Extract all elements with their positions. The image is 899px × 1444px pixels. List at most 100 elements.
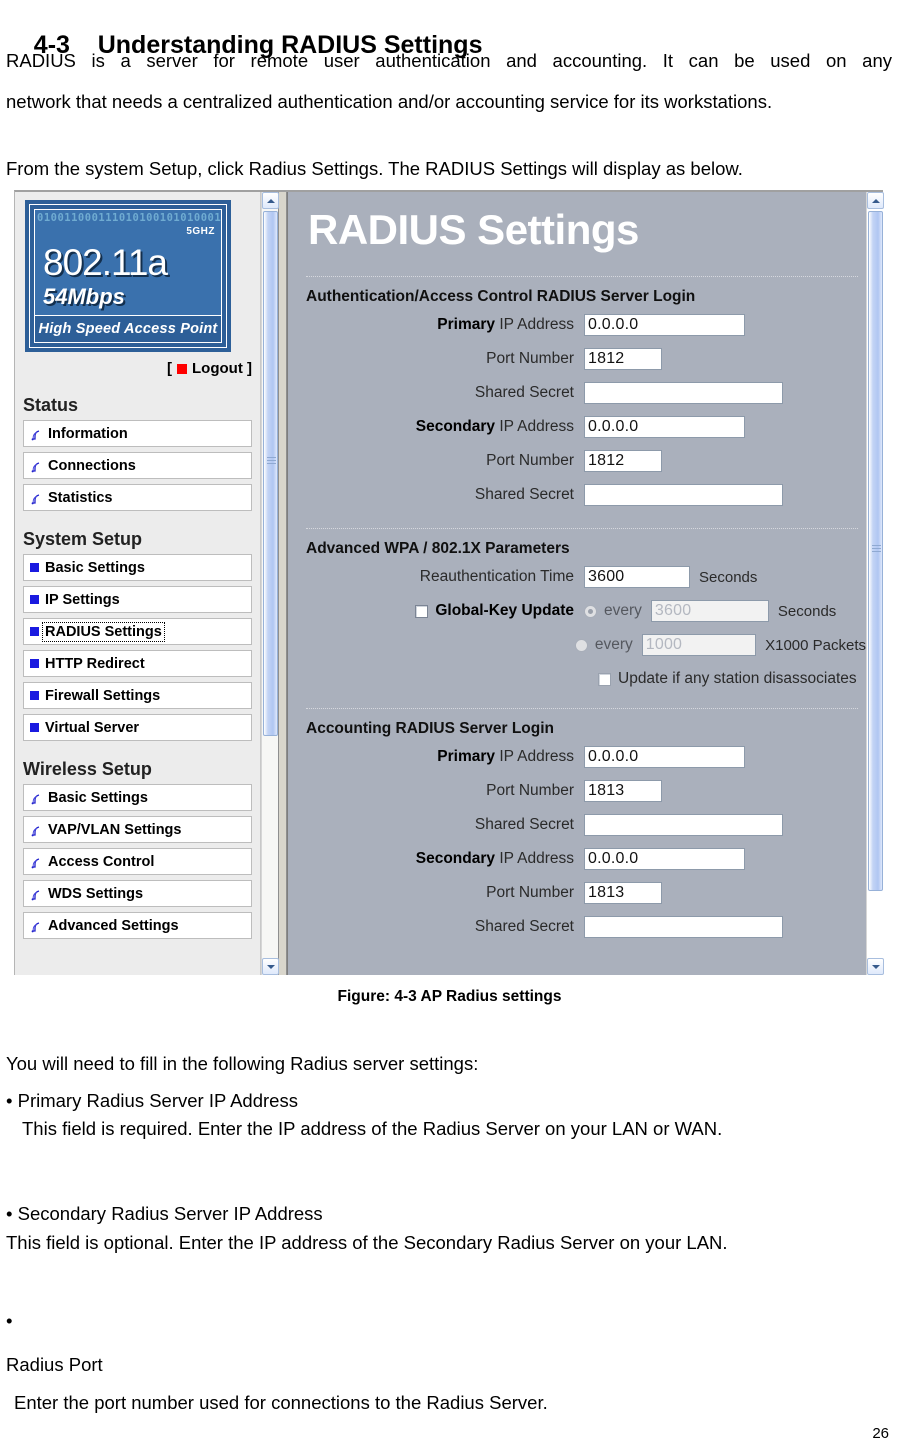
binary-pattern: 0100110001110101001010100010101000100101…	[37, 212, 222, 224]
acct-primary-secret-input[interactable]	[584, 814, 783, 836]
blue-square-icon	[30, 691, 39, 700]
every-label-packets: every	[594, 636, 633, 653]
field-label: Global-Key Update	[298, 602, 584, 620]
form-row-auth-secondary-port: Port Number 1812	[298, 444, 866, 478]
form-row-auth-secondary-secret: Shared Secret	[298, 478, 866, 512]
divider	[306, 276, 858, 277]
sidebar-item-ip-settings[interactable]: IP Settings	[23, 586, 252, 613]
sidebar-item-label: Information	[48, 425, 128, 442]
scroll-down-icon[interactable]	[262, 958, 279, 975]
form-row-disassociate: Update if any station disassociates	[298, 662, 866, 696]
row-label: IP Address	[499, 850, 574, 867]
document-page: 4-3 Understanding RADIUS Settings RADIUS…	[0, 0, 899, 1444]
form-row-global-key-update: Global-Key Update every 3600 Seconds	[298, 594, 866, 628]
sidebar-item-label: Access Control	[48, 853, 155, 870]
form-row-auth-primary-port: Port Number 1812	[298, 342, 866, 376]
wifi-icon	[30, 921, 43, 933]
interval-packets-input[interactable]: 1000	[641, 634, 757, 656]
sidebar-group-title-system-setup: System Setup	[23, 529, 143, 549]
scroll-up-icon[interactable]	[262, 192, 279, 209]
interval-seconds-unit-label: Seconds	[777, 602, 837, 620]
logout-link[interactable]: [Logout ]	[15, 360, 252, 377]
field-label: Port Number	[298, 350, 584, 368]
panel-title: RADIUS Settings	[308, 206, 639, 253]
form-row-acct-secondary-ip: Secondary IP Address 0.0.0.0	[298, 842, 866, 876]
sidebar-item-basic-settings-wireless[interactable]: Basic Settings	[23, 784, 252, 811]
bullet-secondary-ip-description: This field is optional. Enter the IP add…	[6, 1232, 728, 1253]
reauthentication-time-input[interactable]: 3600	[584, 566, 690, 588]
field-label: Primary IP Address	[298, 316, 584, 334]
sidebar-item-label: VAP/VLAN Settings	[48, 821, 182, 838]
auth-primary-secret-input[interactable]	[584, 382, 783, 404]
row-label: Port Number	[486, 884, 574, 901]
sidebar-item-firewall-settings[interactable]: Firewall Settings	[23, 682, 252, 709]
sidebar-item-advanced-settings[interactable]: Advanced Settings	[23, 912, 252, 939]
sidebar-item-information[interactable]: Information	[23, 420, 252, 447]
field-label: Shared Secret	[298, 816, 584, 834]
sidebar-item-label: Virtual Server	[45, 719, 140, 736]
form-row-acct-primary-secret: Shared Secret	[298, 808, 866, 842]
auth-secondary-secret-input[interactable]	[584, 484, 783, 506]
acct-secondary-secret-input[interactable]	[584, 916, 783, 938]
row-prefix: Secondary	[415, 850, 495, 867]
scrollbar-thumb[interactable]	[263, 211, 278, 736]
sidebar-item-vap-vlan-settings[interactable]: VAP/VLAN Settings	[23, 816, 252, 843]
sidebar-item-wds-settings[interactable]: WDS Settings	[23, 880, 252, 907]
form-row-auth-primary-secret: Shared Secret	[298, 376, 866, 410]
acct-primary-ip-input[interactable]: 0.0.0.0	[584, 746, 745, 768]
sidebar-item-connections[interactable]: Connections	[23, 452, 252, 479]
acct-secondary-port-input[interactable]: 1813	[584, 882, 662, 904]
auth-primary-port-input[interactable]: 1812	[584, 348, 662, 370]
bullet-empty: •	[6, 1310, 13, 1331]
wifi-icon	[30, 461, 43, 473]
global-key-update-checkbox[interactable]	[415, 604, 429, 618]
field-label: Port Number	[298, 884, 584, 902]
interval-seconds-radio[interactable]	[584, 604, 597, 618]
wifi-standard-label: 802.11a	[43, 242, 168, 283]
form-row-acct-primary-port: Port Number 1813	[298, 774, 866, 808]
form-row-auth-secondary-ip: Secondary IP Address 0.0.0.0	[298, 410, 866, 444]
intro-line-1: RADIUS is a server for remote user authe…	[6, 50, 892, 71]
acct-secondary-ip-input[interactable]: 0.0.0.0	[584, 848, 745, 870]
update-on-disassociate-checkbox[interactable]	[598, 672, 611, 686]
row-label: Port Number	[486, 452, 574, 469]
sidebar-item-statistics[interactable]: Statistics	[23, 484, 252, 511]
auth-secondary-port-input[interactable]: 1812	[584, 450, 662, 472]
embedded-screenshot: 0100110001110101001010100010101000100101…	[14, 190, 884, 975]
sidebar-item-label: IP Settings	[45, 591, 120, 608]
field-label: Shared Secret	[298, 384, 584, 402]
sidebar-item-virtual-server[interactable]: Virtual Server	[23, 714, 252, 741]
row-label: Port Number	[486, 350, 574, 367]
sidebar-group-system-setup: Basic Settings IP Settings RADIUS Settin…	[23, 554, 252, 741]
bracket-open: [	[167, 360, 173, 377]
sidebar-group-title-status: Status	[23, 395, 79, 415]
row-prefix: Secondary	[415, 418, 495, 435]
acct-primary-port-input[interactable]: 1813	[584, 780, 662, 802]
auth-primary-ip-input[interactable]: 0.0.0.0	[584, 314, 745, 336]
sidebar-item-access-control[interactable]: Access Control	[23, 848, 252, 875]
ghz-badge: 5GHZ	[186, 226, 215, 237]
sidebar-group-title-wireless-setup: Wireless Setup	[23, 759, 152, 779]
banner-tagline-bar: High Speed Access Point	[34, 315, 222, 343]
bullet-primary-ip-description: This field is required. Enter the IP add…	[22, 1118, 723, 1139]
auth-secondary-ip-input[interactable]: 0.0.0.0	[584, 416, 745, 438]
scroll-down-icon[interactable]	[867, 958, 884, 975]
acct-section-heading: Accounting RADIUS Server Login	[306, 720, 555, 737]
wifi-speed-label: 54Mbps	[43, 284, 125, 309]
blue-square-icon	[30, 563, 39, 572]
figure-caption: Figure: 4-3 AP Radius settings	[337, 988, 562, 1005]
sidebar-item-basic-settings-system[interactable]: Basic Settings	[23, 554, 252, 581]
scrollbar-thumb[interactable]	[868, 211, 883, 891]
interval-packets-radio[interactable]	[574, 638, 588, 652]
sidebar-item-label: Statistics	[48, 489, 113, 506]
main-scrollbar[interactable]	[866, 192, 884, 975]
interval-seconds-input[interactable]: 3600	[650, 600, 769, 622]
row-label: Port Number	[486, 782, 574, 799]
scroll-up-icon[interactable]	[867, 192, 884, 209]
sidebar-item-http-redirect[interactable]: HTTP Redirect	[23, 650, 252, 677]
bullet-radius-port-description: Enter the port number used for connectio…	[14, 1392, 548, 1413]
wifi-icon	[30, 825, 43, 837]
sidebar-scrollbar[interactable]	[261, 192, 279, 975]
sidebar-item-radius-settings[interactable]: RADIUS Settings	[23, 618, 252, 645]
red-square-icon	[177, 364, 188, 374]
